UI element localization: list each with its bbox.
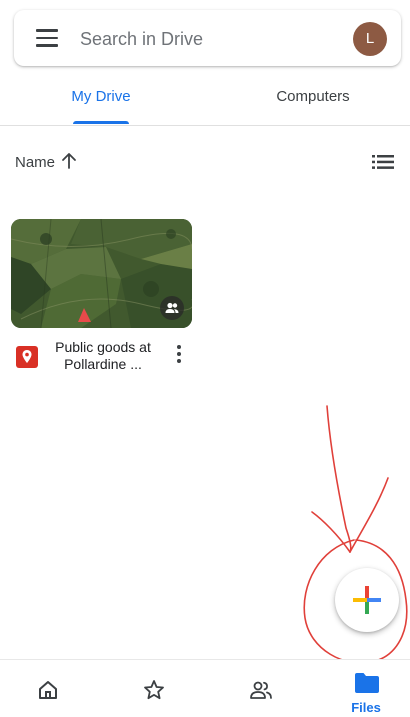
- map-pin-icon: [16, 346, 38, 368]
- tab-computers[interactable]: Computers: [230, 74, 396, 126]
- list-view-icon[interactable]: [372, 154, 394, 170]
- menu-icon[interactable]: [36, 29, 58, 47]
- arrow-up-icon[interactable]: [61, 152, 77, 170]
- file-name[interactable]: Public goods at Pollardine ...: [49, 339, 157, 373]
- tab-indicator: [73, 121, 129, 124]
- nav-files[interactable]: Files: [326, 660, 406, 717]
- star-icon: [144, 680, 164, 700]
- home-icon: [39, 681, 57, 699]
- sort-label[interactable]: Name: [15, 154, 55, 171]
- bottom-navigation: Files: [0, 659, 410, 717]
- drive-tabs: My Drive Computers: [0, 74, 410, 126]
- search-input[interactable]: [80, 26, 320, 52]
- plus-icon: [353, 586, 381, 614]
- nav-home[interactable]: [8, 660, 88, 717]
- tab-my-drive[interactable]: My Drive: [18, 74, 184, 126]
- sort-bar: Name: [0, 146, 410, 178]
- new-item-fab[interactable]: [335, 568, 399, 632]
- search-bar[interactable]: L: [14, 10, 401, 66]
- shared-badge: [160, 296, 184, 320]
- nav-files-label: Files: [351, 700, 381, 715]
- nav-shared[interactable]: [220, 660, 300, 717]
- file-thumbnail[interactable]: [11, 219, 192, 328]
- folder-icon: [355, 673, 379, 693]
- shared-people-icon: [165, 302, 179, 313]
- account-avatar[interactable]: L: [353, 22, 387, 56]
- shared-people-icon: [250, 681, 272, 699]
- file-card[interactable]: Public goods at Pollardine ...: [11, 219, 192, 379]
- more-options-icon[interactable]: [175, 345, 183, 367]
- nav-starred[interactable]: [114, 660, 194, 717]
